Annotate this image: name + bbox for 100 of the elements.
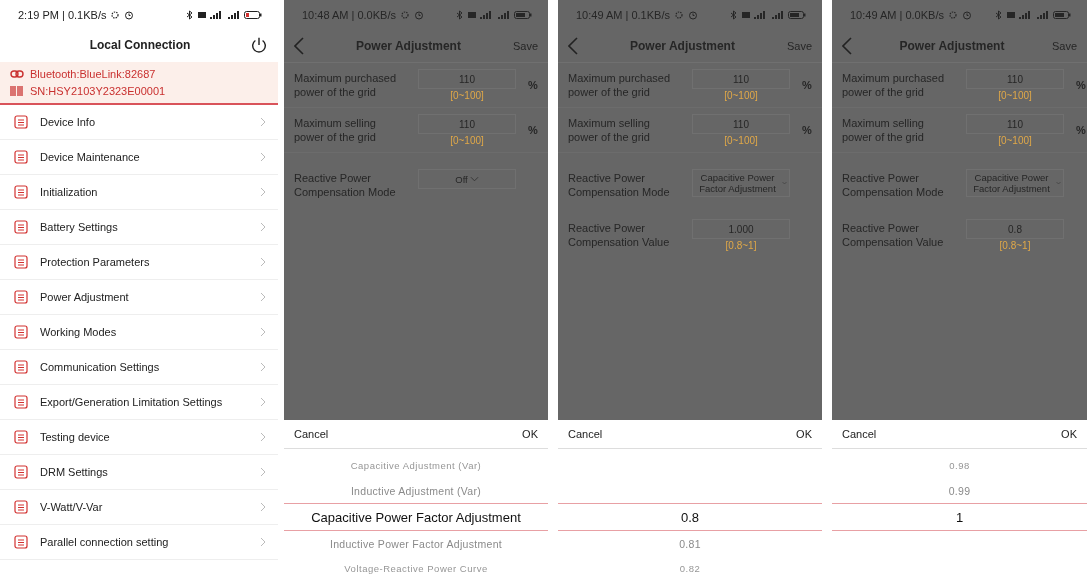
field-label: Reactive Power Compensation Mode [294,171,397,199]
screen-title: Power Adjustment [629,39,736,53]
signal-icon [496,10,510,20]
menu-item[interactable]: Protection Parameters [0,245,278,280]
range-hint: [0~100] [998,135,1032,146]
back-icon[interactable] [568,37,578,55]
screen-title: Local Connection [88,38,192,52]
link-icon [10,70,24,78]
picker-option[interactable]: Inductive Power Factor Adjustment [284,531,548,556]
menu-item[interactable]: Power Adjustment [0,280,278,315]
chevron-down-icon [1056,180,1061,186]
chevron-right-icon [260,257,266,267]
bluetooth-name: Bluetooth:BlueLink:82687 [30,68,156,80]
signal-icon [742,10,766,20]
list-icon [14,185,28,199]
range-hint: [0.8~1] [725,240,757,251]
battery-icon [244,10,262,20]
list-icon [14,360,28,374]
picker-option[interactable]: 0.81 [558,531,822,556]
unit-label: % [528,123,538,136]
picker-option[interactable]: 0.8 [558,503,822,531]
menu-item[interactable]: Export/Generation Limitation Settings [0,385,278,420]
chevron-down-icon [469,176,479,182]
alarm-clock-icon [413,10,424,20]
menu-item[interactable]: V-Watt/V-Var [0,490,278,525]
chevron-right-icon [260,362,266,372]
screen-title: Power Adjustment [898,39,1006,53]
chevron-right-icon [260,187,266,197]
field-label: Maximum selling power of the grid [842,116,925,144]
field-label: Maximum selling power of the grid [294,116,377,144]
ok-button[interactable]: OK [522,428,538,440]
list-icon [14,150,28,164]
cancel-button[interactable]: Cancel [568,428,603,440]
cancel-button[interactable]: Cancel [294,428,329,440]
picker-option[interactable]: Inductive Adjustment (Var) [284,478,548,503]
battery-icon [514,10,532,20]
chevron-right-icon [260,222,266,232]
chevron-right-icon [260,397,266,407]
list-icon [14,220,28,234]
chevron-right-icon [260,152,266,162]
range-hint: [0~100] [450,90,484,101]
status-time: 10:48 AM | 0.0KB/s [302,9,396,21]
unit-label: % [1076,78,1086,91]
field-label: Maximum purchased power of the grid [568,71,672,99]
field-label: Maximum purchased power of the grid [294,71,398,99]
battery-icon [788,10,806,20]
bluetooth-icon [730,10,738,20]
list-icon [14,325,28,339]
list-icon [14,115,28,129]
field-label: Reactive Power Compensation Mode [568,171,671,199]
chevron-right-icon [260,502,266,512]
list-icon [14,430,28,444]
screen-title: Power Adjustment [355,39,462,53]
menu-item[interactable]: DRM Settings [0,455,278,490]
menu-item[interactable]: Working Modes [0,315,278,350]
unit-label: % [802,123,812,136]
signal-icon [770,10,784,20]
chevron-right-icon [260,327,266,337]
field-label: Reactive Power Compensation Value [568,221,671,249]
range-hint: [0~100] [450,135,484,146]
alarm-clock-icon [124,10,135,20]
signal-icon [198,10,222,20]
menu-item[interactable]: Device Info [0,105,278,140]
chevron-right-icon [260,432,266,442]
status-time: 10:49 AM | 0.1KB/s [576,9,670,21]
unit-label: % [802,78,812,91]
menu-item[interactable]: Device Maintenance [0,140,278,175]
ok-button[interactable]: OK [796,428,812,440]
field-label: Maximum selling power of the grid [568,116,651,144]
signal-icon [468,10,492,20]
menu-item[interactable]: Battery Settings [0,210,278,245]
signal-icon [1035,10,1049,20]
list-icon [14,290,28,304]
power-icon[interactable] [250,36,268,54]
menu-item[interactable]: Parallel connection setting [0,525,278,560]
status-time: 2:19 PM | 0.1KB/s [18,9,107,21]
chevron-right-icon [260,467,266,477]
status-time: 10:49 AM | 0.0KB/s [850,9,944,21]
range-hint: [0.8~1] [999,240,1031,251]
list-icon [14,255,28,269]
list-icon [14,500,28,514]
chevron-right-icon [260,292,266,302]
range-hint: [0~100] [724,90,758,101]
range-hint: [0~100] [998,90,1032,101]
back-icon[interactable] [294,37,304,55]
picker-option[interactable]: 0.99 [832,478,1087,503]
bluetooth-icon [995,10,1003,20]
menu-item[interactable]: Communication Settings [0,350,278,385]
menu-item[interactable]: Initialization [0,175,278,210]
list-icon [14,395,28,409]
back-icon[interactable] [842,37,852,55]
field-label: Reactive Power Compensation Value [842,221,945,249]
menu-item[interactable]: Testing device [0,420,278,455]
picker-option[interactable]: Capacitive Power Factor Adjustment [284,503,548,531]
bluetooth-icon [186,10,194,20]
picker-option[interactable]: 1 [832,503,1087,531]
cancel-button[interactable]: Cancel [842,428,877,440]
battery-icon [1053,10,1071,20]
ok-button[interactable]: OK [1061,428,1077,440]
range-hint: [0~100] [724,135,758,146]
